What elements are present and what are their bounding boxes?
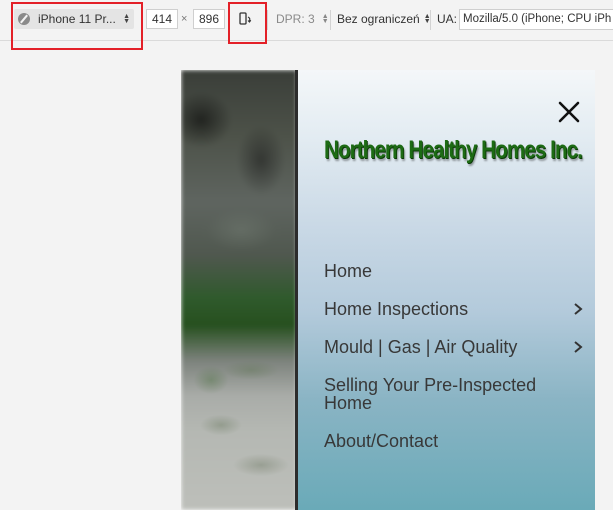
close-icon [558,101,580,123]
close-button[interactable] [557,100,581,124]
nav-item-about-contact[interactable]: About/Contact [324,432,584,450]
separator [430,10,431,30]
chevron-right-icon[interactable] [572,302,584,316]
site-logo[interactable]: Northern Healthy Homes Inc. [324,136,583,165]
width-input[interactable] [146,9,178,29]
separator [330,10,331,30]
nav-item-selling[interactable]: Selling Your Pre-Inspected Home [324,376,554,412]
nav-item-home[interactable]: Home [324,262,584,280]
nav-label: Home [324,261,373,281]
throttle-select[interactable]: Bez ograniczeń ▲ ▼ [337,12,431,26]
height-input[interactable] [193,9,225,29]
dpr-select[interactable]: DPR: 3 ▲ ▼ [276,12,329,26]
nav-label: Home Inspections [324,299,469,319]
ua-label: UA: [437,12,458,26]
chevron-right-icon[interactable] [572,340,584,354]
nav-label: Selling Your Pre-Inspected Home [324,375,537,413]
throttle-label: Bez ograniczeń [337,12,420,26]
highlight-box-rotate [228,2,267,44]
background-photo-overlay [181,70,297,510]
dpr-label: DPR: 3 [276,12,315,26]
mobile-menu-panel: Northern Healthy Homes Inc. Home Home In… [298,70,595,510]
separator [267,10,268,30]
user-agent-input[interactable]: Mozilla/5.0 (iPhone; CPU iPh [459,9,613,30]
times-sign: × [181,13,188,25]
nav-label: Mould | Gas | Air Quality [324,337,518,357]
nav-item-mould-gas-air[interactable]: Mould | Gas | Air Quality [324,338,584,356]
nav-label: About/Contact [324,431,439,451]
select-arrows-icon: ▲ ▼ [321,13,329,25]
highlight-box-device [11,2,143,50]
device-viewport: Northern Healthy Homes Inc. Home Home In… [181,70,595,510]
nav-item-home-inspections[interactable]: Home Inspections [324,300,584,318]
